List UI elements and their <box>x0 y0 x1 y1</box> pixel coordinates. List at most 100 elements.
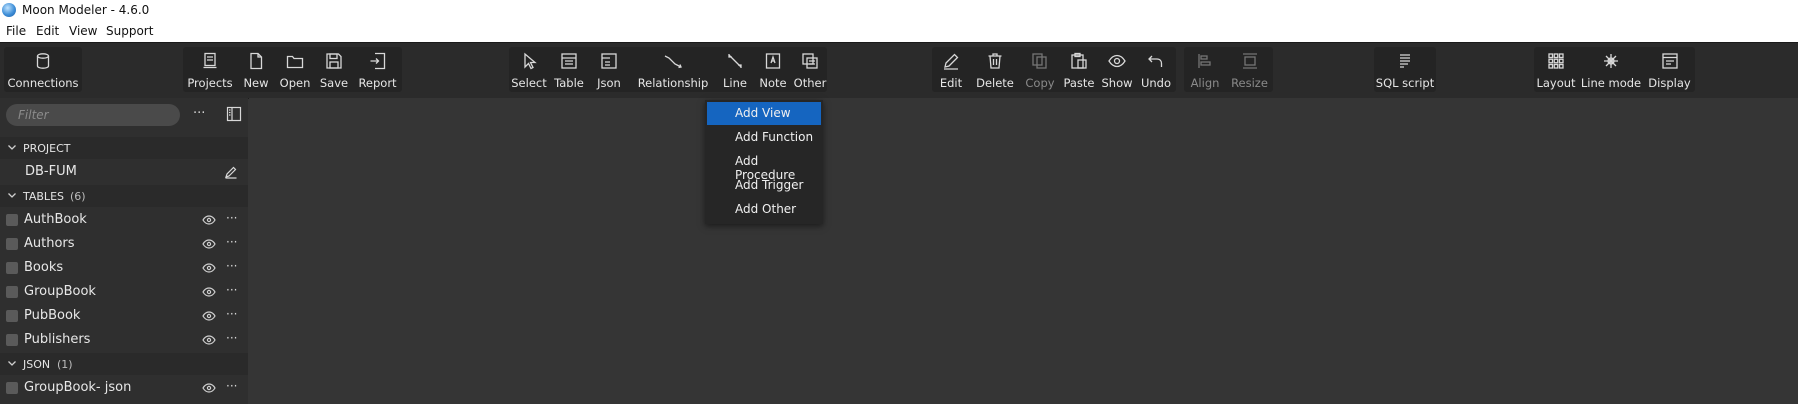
resize-button[interactable]: Resize <box>1226 47 1273 92</box>
eye-icon[interactable] <box>202 239 216 249</box>
add-other-menu-item[interactable]: Add Other <box>707 198 821 221</box>
add-procedure-menu-item[interactable]: Add Procedure <box>707 150 821 182</box>
layout-button[interactable]: Layout <box>1534 47 1578 92</box>
line-icon <box>728 54 742 68</box>
undo-button[interactable]: Undo <box>1136 47 1176 92</box>
json-section-header[interactable]: JSON (1) <box>0 353 248 375</box>
line-button[interactable]: Line <box>717 47 753 92</box>
projects-button[interactable]: Projects <box>183 47 237 92</box>
eye-icon[interactable] <box>202 215 216 225</box>
folder-icon <box>286 55 304 69</box>
table-checkbox[interactable] <box>6 310 18 322</box>
table-checkbox[interactable] <box>6 238 18 250</box>
table-row[interactable]: GroupBook ··· <box>0 280 248 304</box>
select-button[interactable]: Select <box>509 47 549 92</box>
table-button[interactable]: Table <box>549 47 589 92</box>
copy-button[interactable]: Copy <box>1020 47 1060 92</box>
eye-icon[interactable] <box>202 263 216 273</box>
relationship-button[interactable]: Relationship <box>629 47 717 92</box>
table-row[interactable]: Publishers ··· <box>0 328 248 352</box>
resize-label: Resize <box>1231 76 1268 90</box>
delete-button[interactable]: Delete <box>970 47 1020 92</box>
align-button[interactable]: Align <box>1184 47 1226 92</box>
select-label: Select <box>511 76 547 90</box>
edit-project-icon[interactable] <box>224 165 238 179</box>
copy-icon <box>1032 53 1047 69</box>
other-dropdown-menu: Add View Add Function Add Procedure Add … <box>705 100 823 224</box>
table-row[interactable]: PubBook ··· <box>0 304 248 328</box>
diagram-canvas[interactable] <box>249 98 1798 404</box>
toggle-panel-icon[interactable] <box>226 106 242 122</box>
edit-button[interactable]: Edit <box>932 47 970 92</box>
more-options-icon[interactable]: ··· <box>226 235 237 249</box>
table-checkbox[interactable] <box>6 214 18 226</box>
paste-label: Paste <box>1063 76 1095 90</box>
eye-icon[interactable] <box>202 287 216 297</box>
more-options-icon[interactable]: ··· <box>226 331 237 345</box>
table-checkbox[interactable] <box>6 334 18 346</box>
menu-bar: File Edit View Support <box>0 21 1798 42</box>
filter-input[interactable] <box>18 104 168 126</box>
more-options-icon[interactable]: ··· <box>226 259 237 273</box>
toolbar-group-sql: SQL script <box>1374 47 1436 92</box>
show-button[interactable]: Show <box>1098 47 1136 92</box>
save-button[interactable]: Save <box>315 47 353 92</box>
connections-label: Connections <box>7 76 79 90</box>
menu-view[interactable]: View <box>69 24 97 38</box>
pencil-icon <box>944 53 959 70</box>
note-button[interactable]: Note <box>753 47 793 92</box>
display-button[interactable]: Display <box>1644 47 1695 92</box>
more-options-icon[interactable]: ··· <box>226 307 237 321</box>
table-label: Table <box>554 76 584 90</box>
more-options-icon[interactable]: ··· <box>226 211 237 225</box>
line-mode-button[interactable]: Line mode <box>1578 47 1644 92</box>
report-button[interactable]: Report <box>353 47 402 92</box>
project-name-row[interactable]: DB-FUM <box>0 160 248 184</box>
connections-button[interactable]: Connections <box>4 47 82 92</box>
paste-button[interactable]: Paste <box>1060 47 1098 92</box>
menu-file[interactable]: File <box>6 24 26 38</box>
report-label: Report <box>358 76 397 90</box>
eye-icon[interactable] <box>202 383 216 393</box>
more-options-icon[interactable]: ··· <box>226 283 237 297</box>
chevron-down-icon <box>8 361 16 366</box>
project-section-header[interactable]: PROJECT <box>0 137 248 159</box>
undo-label: Undo <box>1140 76 1172 90</box>
new-label: New <box>243 76 269 90</box>
new-button[interactable]: New <box>237 47 275 92</box>
open-label: Open <box>279 76 311 90</box>
toolbar-group-layout-tools: Align Resize <box>1184 47 1273 92</box>
eye-icon[interactable] <box>202 311 216 321</box>
json-label: Json <box>597 76 621 90</box>
cursor-arrow-icon <box>524 52 537 70</box>
open-button[interactable]: Open <box>275 47 315 92</box>
add-trigger-menu-item[interactable]: Add Trigger <box>707 174 821 197</box>
resize-icon <box>1242 53 1257 69</box>
json-row[interactable]: GroupBook- json ··· <box>0 376 248 400</box>
add-function-menu-item[interactable]: Add Function <box>707 126 821 149</box>
json-checkbox[interactable] <box>6 382 18 394</box>
sidebar-more-icon[interactable]: ··· <box>193 106 205 121</box>
json-count: (1) <box>57 358 73 371</box>
show-label: Show <box>1101 76 1133 90</box>
toolbar-group-edit: Edit Delete Copy Paste Show Undo <box>932 47 1176 92</box>
json-button[interactable]: Json <box>589 47 629 92</box>
sql-script-button[interactable]: SQL script <box>1374 47 1436 92</box>
table-checkbox[interactable] <box>6 262 18 274</box>
script-icon <box>1400 54 1410 68</box>
json-name: GroupBook- json <box>24 380 132 395</box>
menu-edit[interactable]: Edit <box>36 24 59 38</box>
table-row[interactable]: Books ··· <box>0 256 248 280</box>
table-row[interactable]: AuthBook ··· <box>0 208 248 232</box>
more-options-icon[interactable]: ··· <box>226 379 237 393</box>
table-row[interactable]: Authors ··· <box>0 232 248 256</box>
add-view-menu-item[interactable]: Add View <box>707 102 821 125</box>
table-checkbox[interactable] <box>6 286 18 298</box>
tables-section-header[interactable]: TABLES (6) <box>0 185 248 207</box>
line-mode-icon <box>1604 54 1618 68</box>
menu-support[interactable]: Support <box>106 24 153 38</box>
other-button[interactable]: Other <box>793 47 827 92</box>
eye-icon[interactable] <box>202 335 216 345</box>
other-objects-icon <box>802 53 818 69</box>
table-icon <box>561 53 577 69</box>
